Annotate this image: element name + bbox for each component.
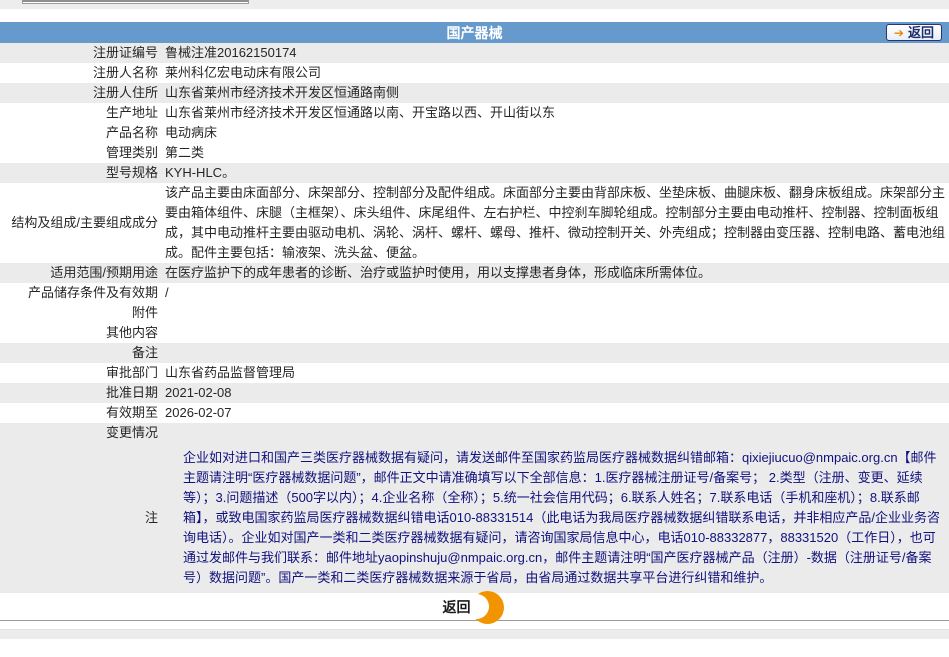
table-row: 注册人名称 莱州科亿宏电动床有限公司 [0, 63, 949, 83]
row-value [165, 323, 949, 343]
row-value: 第二类 [165, 143, 949, 163]
table-row: 有效期至 2026-02-07 [0, 403, 949, 423]
back-button-top[interactable]: ➔ 返回 [886, 24, 942, 41]
row-label: 注册人名称 [0, 63, 165, 83]
note-text: 企业如对进口和国产三类医疗器械数据有疑问，请发送邮件至国家药监局医疗器械数据纠错… [165, 443, 949, 593]
back-button-bottom-label: 返回 [443, 597, 471, 617]
row-label: 产品名称 [0, 123, 165, 143]
page-top-strip [0, 0, 949, 9]
row-label: 审批部门 [0, 363, 165, 383]
row-label: 其他内容 [0, 323, 165, 343]
row-label: 型号规格 [0, 163, 165, 183]
row-value [165, 343, 949, 363]
row-value: 在医疗监护下的成年患者的诊断、治疗或监护时使用，用以支撑患者身体，形成临床所需体… [165, 263, 949, 283]
row-label: 结构及组成/主要组成成分 [0, 183, 165, 263]
row-value: 该产品主要由床面部分、床架部分、控制部分及配件组成。床面部分主要由背部床板、坐垫… [165, 183, 949, 263]
bottom-actions: 返回 [0, 594, 949, 620]
table-row-note: 注 企业如对进口和国产三类医疗器械数据有疑问，请发送邮件至国家药监局医疗器械数据… [0, 443, 949, 593]
footer-bar [0, 629, 949, 639]
table-row: 产品储存条件及有效期 / [0, 283, 949, 303]
row-label: 注册证编号 [0, 43, 165, 63]
table-row: 适用范围/预期用途 在医疗监护下的成年患者的诊断、治疗或监护时使用，用以支撑患者… [0, 263, 949, 283]
row-value: 山东省莱州市经济技术开发区恒通路以南、开宝路以西、开山街以东 [165, 103, 949, 123]
table-row: 变更情况 [0, 423, 949, 443]
table-row: 型号规格 KYH-HLC。 [0, 163, 949, 183]
page-title: 国产器械 [447, 23, 503, 43]
row-value: 鲁械注准20162150174 [165, 43, 949, 63]
row-label: 附件 [0, 303, 165, 323]
back-button-top-label: 返回 [908, 26, 934, 39]
row-label: 生产地址 [0, 103, 165, 123]
table-row: 管理类别 第二类 [0, 143, 949, 163]
row-value: 山东省药品监督管理局 [165, 363, 949, 383]
table-row: 生产地址 山东省莱州市经济技术开发区恒通路以南、开宝路以西、开山街以东 [0, 103, 949, 123]
table-row: 注册证编号 鲁械注准20162150174 [0, 43, 949, 63]
header-gap [0, 9, 949, 22]
row-value: / [165, 283, 949, 303]
row-label: 有效期至 [0, 403, 165, 423]
table-row: 注册人住所 山东省莱州市经济技术开发区恒通路南侧 [0, 83, 949, 103]
row-label: 备注 [0, 343, 165, 363]
row-label: 适用范围/预期用途 [0, 263, 165, 283]
right-arrow-icon: ➔ [894, 27, 904, 39]
row-label: 产品储存条件及有效期 [0, 283, 165, 303]
footer-gap [0, 621, 949, 629]
table-row: 其他内容 [0, 323, 949, 343]
row-value: KYH-HLC。 [165, 163, 949, 183]
row-value: 2021-02-08 [165, 383, 949, 403]
table-row: 备注 [0, 343, 949, 363]
table-row: 审批部门 山东省药品监督管理局 [0, 363, 949, 383]
row-label: 批准日期 [0, 383, 165, 403]
row-label: 管理类别 [0, 143, 165, 163]
row-value: 山东省莱州市经济技术开发区恒通路南侧 [165, 83, 949, 103]
row-value: 莱州科亿宏电动床有限公司 [165, 63, 949, 83]
row-label: 注册人住所 [0, 83, 165, 103]
truncated-input[interactable] [22, 0, 249, 4]
row-value [165, 423, 949, 443]
table-row: 产品名称 电动病床 [0, 123, 949, 143]
title-bar: 国产器械 ➔ 返回 [0, 22, 949, 43]
device-detail-table: 注册证编号 鲁械注准20162150174 注册人名称 莱州科亿宏电动床有限公司… [0, 43, 949, 593]
table-row: 附件 [0, 303, 949, 323]
table-row-structure: 结构及组成/主要组成成分 该产品主要由床面部分、床架部分、控制部分及配件组成。床… [0, 183, 949, 263]
table-row: 批准日期 2021-02-08 [0, 383, 949, 403]
row-value [165, 303, 949, 323]
row-label: 注 [0, 443, 165, 593]
back-button-bottom[interactable]: 返回 [443, 594, 507, 620]
row-label: 变更情况 [0, 423, 165, 443]
row-value: 2026-02-07 [165, 403, 949, 423]
row-value: 电动病床 [165, 123, 949, 143]
